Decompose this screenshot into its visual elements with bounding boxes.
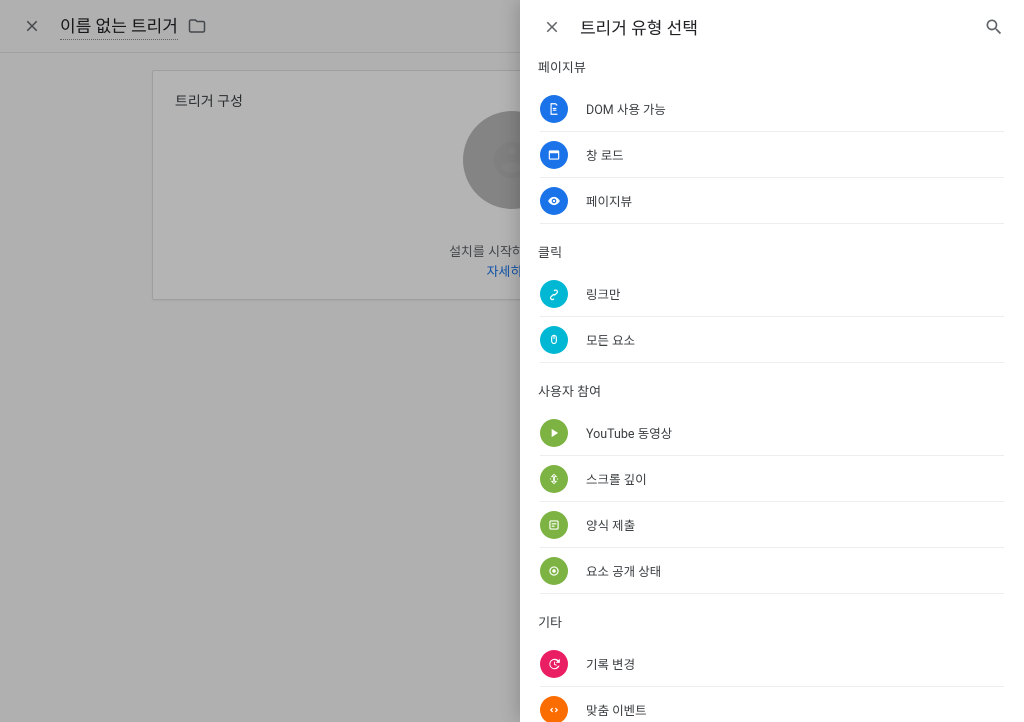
eye-icon: [540, 187, 568, 215]
history-icon: [540, 650, 568, 678]
play-icon: [540, 419, 568, 447]
section: 페이지뷰DOM 사용 가능창 로드페이지뷰: [520, 57, 1024, 224]
section: 사용자 참여 YouTube 동영상스크롤 깊이양식 제출요소 공개 상태: [520, 381, 1024, 594]
section-label: 기타: [538, 612, 1004, 631]
drawer-header: 트리거 유형 선택: [520, 0, 1024, 53]
code-icon: [540, 696, 568, 722]
trigger-type-item[interactable]: 모든 요소: [540, 317, 1004, 363]
section-label: 페이지뷰: [538, 57, 1004, 76]
form-icon: [540, 511, 568, 539]
item-label: 모든 요소: [586, 330, 635, 349]
scroll-icon: [540, 465, 568, 493]
trigger-type-item[interactable]: 요소 공개 상태: [540, 548, 1004, 594]
trigger-type-item[interactable]: DOM 사용 가능: [540, 86, 1004, 132]
section-label: 클릭: [538, 242, 1004, 261]
item-label: 스크롤 깊이: [586, 469, 647, 488]
drawer-title: 트리거 유형 선택: [580, 14, 984, 39]
item-label: 양식 제출: [586, 515, 635, 534]
item-label: DOM 사용 가능: [586, 99, 666, 118]
item-label: YouTube 동영상: [586, 423, 672, 442]
trigger-type-item[interactable]: 기록 변경: [540, 641, 1004, 687]
window-icon: [540, 141, 568, 169]
item-label: 기록 변경: [586, 654, 635, 673]
doc-icon: [540, 95, 568, 123]
item-label: 요소 공개 상태: [586, 561, 661, 580]
mouse-icon: [540, 326, 568, 354]
trigger-type-item[interactable]: 창 로드: [540, 132, 1004, 178]
item-label: 창 로드: [586, 145, 624, 164]
trigger-type-item[interactable]: 페이지뷰: [540, 178, 1004, 224]
section-label: 사용자 참여: [538, 381, 1004, 400]
trigger-type-drawer: 트리거 유형 선택 페이지뷰DOM 사용 가능창 로드페이지뷰클릭링크만모든 요…: [520, 0, 1024, 722]
item-label: 맞춤 이벤트: [586, 700, 647, 719]
trigger-type-item[interactable]: YouTube 동영상: [540, 410, 1004, 456]
trigger-type-item[interactable]: 링크만: [540, 271, 1004, 317]
search-icon[interactable]: [984, 17, 1004, 37]
item-label: 링크만: [586, 284, 621, 303]
visibility-icon: [540, 557, 568, 585]
close-icon[interactable]: [540, 15, 564, 39]
trigger-type-item[interactable]: 양식 제출: [540, 502, 1004, 548]
section: 기타기록 변경맞춤 이벤트: [520, 612, 1024, 722]
link-icon: [540, 280, 568, 308]
trigger-type-item[interactable]: 맞춤 이벤트: [540, 687, 1004, 722]
section: 클릭링크만모든 요소: [520, 242, 1024, 363]
item-label: 페이지뷰: [586, 191, 632, 210]
trigger-type-item[interactable]: 스크롤 깊이: [540, 456, 1004, 502]
